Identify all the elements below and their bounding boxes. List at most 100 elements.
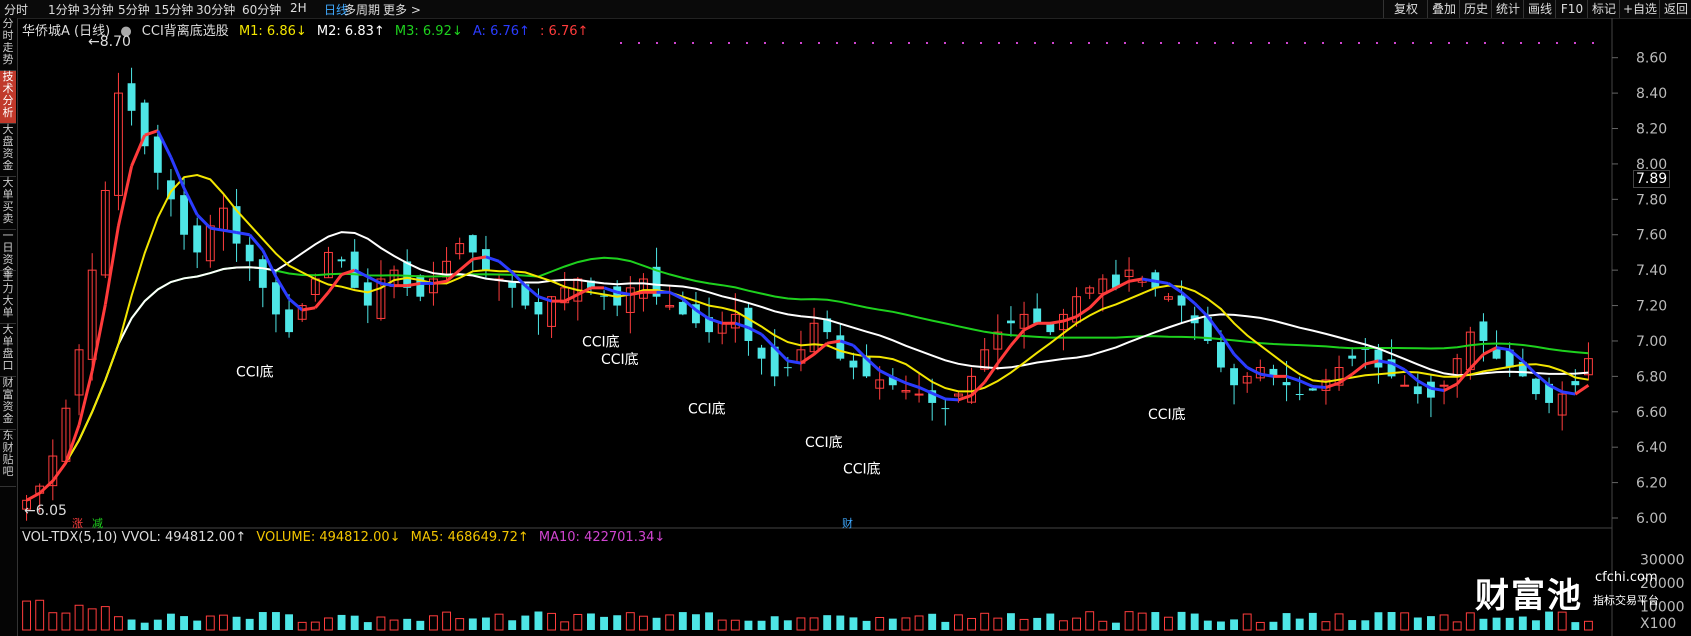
- candle-body-down: [258, 259, 267, 288]
- volume-bar-down: [1295, 618, 1304, 630]
- volume-bar-down: [1387, 612, 1396, 630]
- a-line-seg: [1167, 282, 1183, 294]
- a-line-seg: [1325, 381, 1340, 389]
- signal-dot: [1340, 42, 1342, 44]
- volume-bar-up: [809, 617, 819, 631]
- volume-bar-up: [87, 608, 97, 631]
- volume-bar-up: [625, 612, 635, 631]
- a-line-seg: [983, 362, 1000, 383]
- volume-bar-down: [337, 614, 346, 630]
- volume-bar-down: [1492, 617, 1501, 630]
- cci-signal: CCI底: [601, 352, 639, 368]
- signal-dot: [998, 42, 1000, 44]
- volume-bar-down: [1374, 612, 1383, 630]
- volume-bar-down: [1203, 620, 1212, 630]
- volume-bar-down: [1177, 611, 1186, 630]
- signal-dot: [710, 42, 712, 44]
- a-line-seg: [787, 359, 802, 365]
- signal-dot: [1304, 42, 1306, 44]
- volume-bar-down: [1230, 619, 1238, 630]
- marker-jian: 减: [92, 517, 103, 530]
- volume-bar-down: [232, 616, 241, 630]
- a-line-seg: [800, 352, 815, 365]
- volume-bar-up: [100, 606, 110, 631]
- volume-bar-up: [1242, 613, 1252, 631]
- volume-bar-down: [705, 612, 713, 630]
- volume-bar-up: [74, 604, 84, 631]
- candle-body-down: [337, 259, 346, 262]
- volume-bar-down: [167, 613, 175, 630]
- volume-bar-up: [875, 616, 885, 631]
- a-line-seg: [130, 134, 147, 167]
- signal-dot: [620, 42, 622, 44]
- a-line-seg: [288, 297, 304, 312]
- marker-zhang: 涨: [72, 517, 83, 530]
- signal-dot: [1268, 42, 1270, 44]
- candle-body-up: [1400, 384, 1410, 387]
- volume-bar-down: [258, 612, 267, 630]
- signal-dot: [1376, 42, 1378, 44]
- a-line-seg: [1009, 328, 1026, 347]
- volume-bar-up: [1584, 620, 1593, 631]
- signal-dot: [1484, 42, 1486, 44]
- signal-dot: [908, 42, 910, 44]
- a-line-seg: [1469, 353, 1485, 370]
- candle-body-down: [836, 335, 845, 359]
- volume-bar-down: [692, 614, 700, 630]
- volume-bar-up: [1019, 618, 1029, 631]
- a-line-seg: [301, 306, 316, 312]
- volume-bar-down: [534, 611, 543, 630]
- a-line-seg: [1286, 374, 1301, 383]
- volume-bar-down: [482, 617, 490, 630]
- volume-bar-down: [770, 616, 779, 630]
- candle-body-down: [468, 235, 477, 253]
- cci-signal: CCI底: [805, 435, 843, 451]
- volume-bar-down: [521, 615, 530, 630]
- volume-bar-down: [757, 620, 766, 630]
- candle-body-down: [1413, 386, 1422, 395]
- candle-body-down: [1217, 342, 1225, 368]
- high-label: ←8.70: [88, 34, 131, 50]
- volume-bar-down: [180, 616, 188, 630]
- volume-bar-up: [114, 616, 123, 631]
- a-line-seg: [25, 491, 41, 502]
- a-line-seg: [905, 381, 920, 389]
- candle-body-down: [180, 195, 188, 235]
- volume-bar-down: [1361, 620, 1370, 630]
- a-line-seg: [1574, 383, 1590, 396]
- candle-body-down: [363, 282, 372, 306]
- volume-bar-up: [665, 614, 675, 631]
- signal-dot: [1250, 42, 1252, 44]
- volume-bar-up: [35, 599, 45, 631]
- volume-bar-up: [573, 613, 583, 631]
- volume-bar-up: [730, 619, 740, 631]
- volume-bar-up: [376, 616, 386, 631]
- a-line-seg: [1351, 362, 1367, 376]
- volume-bar-up: [1137, 612, 1147, 631]
- volume-bar-up: [22, 600, 31, 631]
- volume-bar-up: [1124, 611, 1134, 631]
- volume-bar-up: [219, 614, 228, 631]
- volume-bar-down: [153, 619, 162, 630]
- candle-body-down: [153, 136, 162, 173]
- signal-dot: [1286, 42, 1288, 44]
- price-tick: 7.40: [1636, 263, 1667, 279]
- volume-bar-down: [363, 622, 372, 630]
- volume-bar-down: [272, 612, 280, 630]
- volume-bar-up: [1321, 621, 1331, 631]
- volume-bar-down: [1518, 616, 1527, 630]
- volume-bar-down: [1112, 622, 1120, 630]
- price-tick: 8.60: [1636, 51, 1667, 67]
- a-line-seg: [380, 281, 395, 288]
- signal-dot: [674, 42, 676, 44]
- kline-chart[interactable]: 8.608.408.208.007.807.607.407.207.006.80…: [0, 0, 1691, 636]
- a-line-seg: [852, 344, 868, 360]
- volume-tick: 30000: [1640, 553, 1685, 569]
- volume-bar-down: [350, 615, 359, 630]
- volume-bar-up: [455, 618, 465, 631]
- volume-bar-up: [310, 621, 320, 631]
- volume-bar-down: [783, 620, 792, 630]
- signal-dot: [1034, 42, 1036, 44]
- a-line-seg: [1062, 315, 1078, 323]
- a-line-seg: [51, 461, 68, 482]
